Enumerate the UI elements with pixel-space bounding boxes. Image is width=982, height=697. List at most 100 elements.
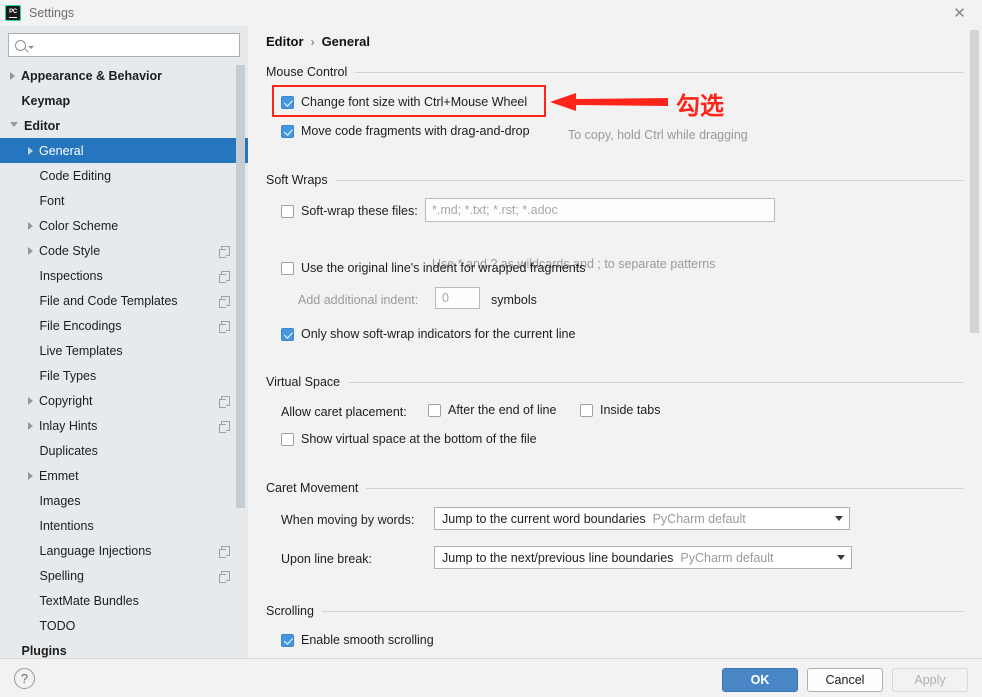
chevron-right-icon[interactable] bbox=[28, 222, 33, 230]
chevron-down-icon bbox=[28, 46, 34, 49]
sidebar-item-copyright[interactable]: Copyright bbox=[0, 388, 248, 413]
checkbox-row-show-virtual-space[interactable]: Show virtual space at the bottom of the … bbox=[281, 432, 537, 446]
checkbox-row-enable-smooth-scrolling[interactable]: Enable smooth scrolling bbox=[281, 633, 434, 647]
close-icon[interactable]: ✕ bbox=[937, 0, 982, 26]
sidebar-item-code-editing[interactable]: Code Editing bbox=[0, 163, 248, 188]
sidebar-item-label: Color Scheme bbox=[39, 219, 118, 233]
show-virtual-space-label: Show virtual space at the bottom of the … bbox=[301, 432, 537, 446]
dialog-footer: ? OK Cancel Apply bbox=[0, 658, 982, 697]
cancel-button[interactable]: Cancel bbox=[807, 668, 883, 692]
search-box[interactable] bbox=[8, 33, 240, 57]
apply-button[interactable]: Apply bbox=[892, 668, 968, 692]
copy-icon bbox=[221, 421, 230, 431]
sidebar-item-appearance-behavior[interactable]: Appearance & Behavior bbox=[0, 63, 248, 88]
help-icon[interactable]: ? bbox=[14, 668, 35, 689]
search-container bbox=[0, 26, 248, 63]
sidebar-item-label: Copyright bbox=[39, 394, 93, 408]
after-end-of-line-label: After the end of line bbox=[448, 403, 556, 417]
sidebar-item-plugins[interactable]: Plugins bbox=[0, 638, 248, 658]
sidebar-item-language-injections[interactable]: Language Injections bbox=[0, 538, 248, 563]
breadcrumb-current: General bbox=[322, 34, 370, 49]
chevron-down-icon[interactable] bbox=[830, 547, 851, 568]
change-font-size-checkbox[interactable] bbox=[281, 96, 294, 109]
checkbox-row-inside-tabs[interactable]: Inside tabs bbox=[580, 403, 660, 417]
dropdown-value: Jump to the next/previous line boundarie… bbox=[442, 551, 673, 565]
sidebar-item-keymap[interactable]: Keymap bbox=[0, 88, 248, 113]
enable-smooth-scrolling-checkbox[interactable] bbox=[281, 634, 294, 647]
section-mouse-control: Mouse Control bbox=[266, 65, 964, 79]
sidebar-item-textmate-bundles[interactable]: TextMate Bundles bbox=[0, 588, 248, 613]
ok-button[interactable]: OK bbox=[722, 668, 798, 692]
sidebar-item-font[interactable]: Font bbox=[0, 188, 248, 213]
sidebar-item-file-types[interactable]: File Types bbox=[0, 363, 248, 388]
sidebar-item-duplicates[interactable]: Duplicates bbox=[0, 438, 248, 463]
dropdown-default-hint: PyCharm default bbox=[653, 512, 746, 526]
content-scrollbar-thumb[interactable] bbox=[970, 30, 979, 333]
dropdown-value: Jump to the current word boundaries bbox=[442, 512, 646, 526]
left-arrow-annotation bbox=[550, 92, 668, 112]
only-show-indicators-checkbox[interactable] bbox=[281, 328, 294, 341]
soft-wrap-files-input[interactable]: *.md; *.txt; *.rst; *.adoc bbox=[425, 198, 775, 222]
chevron-right-icon[interactable] bbox=[28, 422, 33, 430]
sidebar-scrollbar-thumb[interactable] bbox=[236, 65, 245, 508]
sidebar-item-color-scheme[interactable]: Color Scheme bbox=[0, 213, 248, 238]
sidebar-item-label: Code Editing bbox=[40, 169, 112, 183]
chevron-right-icon[interactable] bbox=[10, 72, 15, 80]
checkbox-row-move-code-fragments[interactable]: Move code fragments with drag-and-drop bbox=[281, 124, 530, 138]
breadcrumb-root[interactable]: Editor bbox=[266, 34, 304, 49]
after-end-of-line-checkbox[interactable] bbox=[428, 404, 441, 417]
sidebar-item-label: General bbox=[39, 144, 83, 158]
soft-wrap-files-checkbox[interactable] bbox=[281, 205, 294, 218]
sidebar-item-emmet[interactable]: Emmet bbox=[0, 463, 248, 488]
show-virtual-space-checkbox[interactable] bbox=[281, 433, 294, 446]
upon-line-break-label: Upon line break: bbox=[281, 552, 372, 566]
sidebar-item-live-templates[interactable]: Live Templates bbox=[0, 338, 248, 363]
sidebar-item-file-encodings[interactable]: File Encodings bbox=[0, 313, 248, 338]
chevron-down-icon[interactable] bbox=[828, 508, 849, 529]
sidebar-item-label: Font bbox=[40, 194, 65, 208]
sidebar-item-label: File Encodings bbox=[40, 319, 122, 333]
sidebar-item-todo[interactable]: TODO bbox=[0, 613, 248, 638]
chevron-right-icon[interactable] bbox=[28, 397, 33, 405]
checkbox-row-soft-wrap-files[interactable]: Soft-wrap these files: bbox=[281, 204, 418, 218]
sidebar-item-label: Intentions bbox=[40, 519, 94, 533]
sidebar-item-editor[interactable]: Editor bbox=[0, 113, 248, 138]
sidebar-item-label: Emmet bbox=[39, 469, 79, 483]
sidebar-item-label: Images bbox=[40, 494, 81, 508]
only-show-indicators-label: Only show soft-wrap indicators for the c… bbox=[301, 327, 575, 341]
section-scrolling: Scrolling bbox=[266, 604, 964, 618]
checkbox-row-change-font-size[interactable]: Change font size with Ctrl+Mouse Wheel bbox=[281, 95, 527, 109]
sidebar-item-label: Plugins bbox=[22, 644, 67, 658]
search-input[interactable] bbox=[39, 37, 233, 53]
checkbox-row-original-indent[interactable]: Use the original line's indent for wrapp… bbox=[281, 261, 586, 275]
checkbox-row-after-end-of-line[interactable]: After the end of line bbox=[428, 403, 556, 417]
sidebar-item-label: Spelling bbox=[40, 569, 84, 583]
checkbox-row-only-show-indicators[interactable]: Only show soft-wrap indicators for the c… bbox=[281, 327, 575, 341]
sidebar-item-inspections[interactable]: Inspections bbox=[0, 263, 248, 288]
copy-icon bbox=[221, 246, 230, 256]
chevron-right-icon[interactable] bbox=[28, 472, 33, 480]
sidebar-item-code-style[interactable]: Code Style bbox=[0, 238, 248, 263]
sidebar-item-spelling[interactable]: Spelling bbox=[0, 563, 248, 588]
chevron-right-icon[interactable] bbox=[28, 247, 33, 255]
original-indent-checkbox[interactable] bbox=[281, 262, 294, 275]
add-indent-input[interactable]: 0 bbox=[435, 287, 480, 309]
soft-wrap-files-label: Soft-wrap these files: bbox=[301, 204, 418, 218]
sidebar-item-label: TextMate Bundles bbox=[40, 594, 139, 608]
sidebar-item-images[interactable]: Images bbox=[0, 488, 248, 513]
when-moving-by-words-dropdown[interactable]: Jump to the current word boundaries PyCh… bbox=[434, 507, 850, 530]
chevron-down-icon[interactable] bbox=[10, 122, 18, 131]
sidebar-item-label: File and Code Templates bbox=[40, 294, 178, 308]
sidebar-item-file-and-code-templates[interactable]: File and Code Templates bbox=[0, 288, 248, 313]
sidebar-item-general[interactable]: General bbox=[0, 138, 248, 163]
sidebar-item-inlay-hints[interactable]: Inlay Hints bbox=[0, 413, 248, 438]
upon-line-break-dropdown[interactable]: Jump to the next/previous line boundarie… bbox=[434, 546, 852, 569]
chevron-right-icon[interactable] bbox=[28, 147, 33, 155]
sidebar-item-label: Duplicates bbox=[40, 444, 98, 458]
move-code-fragments-checkbox[interactable] bbox=[281, 125, 294, 138]
sidebar-item-intentions[interactable]: Intentions bbox=[0, 513, 248, 538]
sidebar-item-label: Inlay Hints bbox=[39, 419, 97, 433]
section-divider bbox=[322, 611, 964, 612]
section-divider bbox=[366, 488, 964, 489]
inside-tabs-checkbox[interactable] bbox=[580, 404, 593, 417]
